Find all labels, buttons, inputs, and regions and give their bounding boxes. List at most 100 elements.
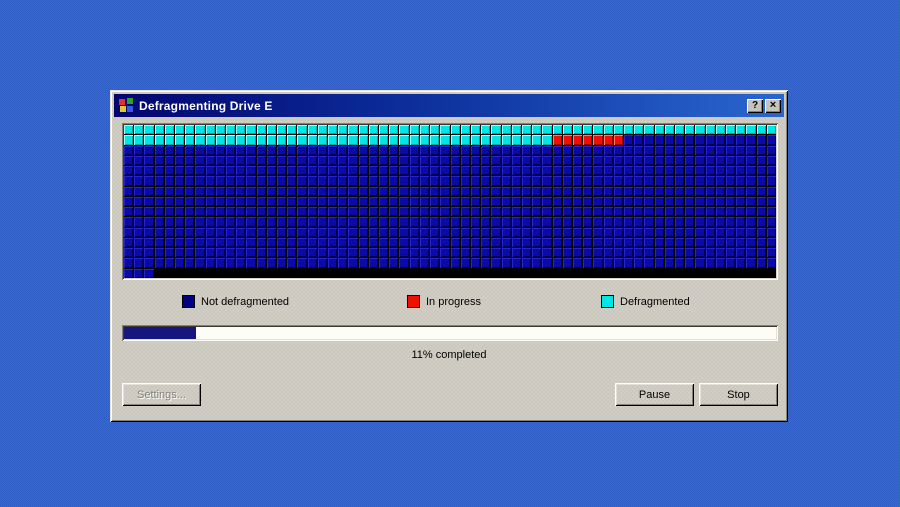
defrag-cell-not_defragmented xyxy=(725,207,736,217)
defrag-cell-not_defragmented xyxy=(705,217,715,227)
defrag-cell-not_defragmented xyxy=(277,176,287,186)
defrag-cell-not_defragmented xyxy=(409,186,419,196)
defrag-cell-not_defragmented xyxy=(358,227,368,237)
defrag-cell-not_defragmented xyxy=(134,248,144,258)
defrag-cell-not_defragmented xyxy=(725,196,736,207)
defrag-cell-defragmented xyxy=(572,125,583,135)
defrag-cell-in_progress xyxy=(552,135,562,145)
defrag-cell-not_defragmented xyxy=(470,186,481,196)
defrag-cell-not_defragmented xyxy=(368,248,379,258)
defrag-cell-defragmented xyxy=(256,125,266,135)
defrag-cell-defragmented xyxy=(766,125,776,135)
desktop: Defragmenting Drive E ? × Not defragment… xyxy=(0,0,900,507)
defrag-cell-defragmented xyxy=(215,125,226,135)
defrag-cell-not_defragmented xyxy=(368,207,379,217)
defrag-cell-defragmented xyxy=(450,135,460,145)
defrag-cell-defragmented xyxy=(358,125,368,135)
defrag-cell-not_defragmented xyxy=(644,258,654,268)
stop-button[interactable]: Stop xyxy=(699,383,778,406)
progress-bar-fill xyxy=(124,327,196,339)
defrag-cell-not_defragmented xyxy=(430,145,440,155)
defrag-cell-defragmented xyxy=(603,125,613,135)
defrag-cell-not_defragmented xyxy=(685,227,695,237)
defrag-cell-not_defragmented xyxy=(460,176,470,186)
defrag-cell-not_defragmented xyxy=(654,176,664,186)
defrag-cell-not_defragmented xyxy=(134,227,144,237)
defrag-cell-defragmented xyxy=(348,135,358,145)
defrag-cell-not_defragmented xyxy=(277,186,287,196)
defrag-cell-not_defragmented xyxy=(185,248,195,258)
defrag-cell-not_defragmented xyxy=(685,155,695,166)
defrag-cell-not_defragmented xyxy=(634,248,644,258)
defrag-cell-defragmented xyxy=(491,125,501,135)
defrag-cell-not_defragmented xyxy=(246,248,256,258)
defrag-cell-not_defragmented xyxy=(664,135,674,145)
defrag-cell-not_defragmented xyxy=(623,186,634,196)
pause-button[interactable]: Pause xyxy=(615,383,694,406)
defrag-cell-not_defragmented xyxy=(664,217,674,227)
settings-button[interactable]: Settings... xyxy=(122,383,201,406)
defrag-cell-not_defragmented xyxy=(307,186,317,196)
defrag-cell-not_defragmented xyxy=(756,237,766,248)
defrag-cell-defragmented xyxy=(134,135,144,145)
defrag-cell-not_defragmented xyxy=(297,176,307,186)
defrag-cell-not_defragmented xyxy=(470,248,481,258)
titlebar[interactable]: Defragmenting Drive E ? × xyxy=(114,94,784,117)
defrag-cell-not_defragmented xyxy=(287,207,297,217)
defrag-cell-not_defragmented xyxy=(144,248,154,258)
defrag-cell-not_defragmented xyxy=(358,207,368,217)
defrag-cell-defragmented xyxy=(256,135,266,145)
defrag-cell-empty xyxy=(665,269,674,278)
defrag-cell-empty xyxy=(451,269,460,278)
defrag-cell-not_defragmented xyxy=(572,248,583,258)
defrag-cell-not_defragmented xyxy=(756,196,766,207)
defrag-cell-not_defragmented xyxy=(185,176,195,186)
defrag-cell-not_defragmented xyxy=(766,155,776,166)
defrag-cell-empty xyxy=(328,269,337,278)
close-button[interactable]: × xyxy=(765,98,781,113)
defrag-cell-not_defragmented xyxy=(124,217,134,227)
defrag-cell-not_defragmented xyxy=(766,186,776,196)
defrag-cell-not_defragmented xyxy=(623,176,634,186)
defrag-cell-empty xyxy=(348,269,357,278)
defrag-cell-not_defragmented xyxy=(715,145,725,155)
defrag-cell-not_defragmented xyxy=(715,258,725,268)
defrag-cell-defragmented xyxy=(562,125,572,135)
defrag-cell-not_defragmented xyxy=(164,227,175,237)
defrag-cell-not_defragmented xyxy=(358,155,368,166)
defrag-cell-empty xyxy=(563,269,572,278)
help-button[interactable]: ? xyxy=(747,98,763,113)
defrag-cell-not_defragmented xyxy=(644,145,654,155)
defrag-cell-not_defragmented xyxy=(338,166,348,176)
defrag-cell-not_defragmented xyxy=(654,186,664,196)
defrag-cell-not_defragmented xyxy=(766,166,776,176)
defrag-cell-not_defragmented xyxy=(583,258,593,268)
defrag-cell-not_defragmented xyxy=(532,217,542,227)
defrag-cell-defragmented xyxy=(450,125,460,135)
defrag-cell-empty xyxy=(593,269,602,278)
defrag-cell-not_defragmented xyxy=(674,135,685,145)
defrag-cell-not_defragmented xyxy=(583,207,593,217)
defrag-cell-not_defragmented xyxy=(715,207,725,217)
defrag-cell-not_defragmented xyxy=(756,135,766,145)
defrag-cell-not_defragmented xyxy=(256,166,266,176)
defrag-cell-not_defragmented xyxy=(705,155,715,166)
defrag-cell-not_defragmented xyxy=(195,196,205,207)
defrag-cell-not_defragmented xyxy=(695,135,705,145)
defrag-cell-not_defragmented xyxy=(419,176,430,186)
defrag-cell-not_defragmented xyxy=(766,217,776,227)
defrag-cell-not_defragmented xyxy=(644,207,654,217)
defrag-cell-not_defragmented xyxy=(164,196,175,207)
defrag-cell-empty xyxy=(542,269,551,278)
defrag-cell-not_defragmented xyxy=(450,248,460,258)
defrag-cell-not_defragmented xyxy=(297,258,307,268)
defrag-cell-not_defragmented xyxy=(287,248,297,258)
defrag-cell-not_defragmented xyxy=(348,207,358,217)
defrag-cell-not_defragmented xyxy=(715,155,725,166)
defrag-cell-not_defragmented xyxy=(470,196,481,207)
defrag-cell-not_defragmented xyxy=(307,258,317,268)
defrag-cell-not_defragmented xyxy=(379,166,389,176)
defrag-cell-not_defragmented xyxy=(226,258,236,268)
defrag-cell-not_defragmented xyxy=(603,207,613,217)
defrag-cell-not_defragmented xyxy=(266,176,277,186)
